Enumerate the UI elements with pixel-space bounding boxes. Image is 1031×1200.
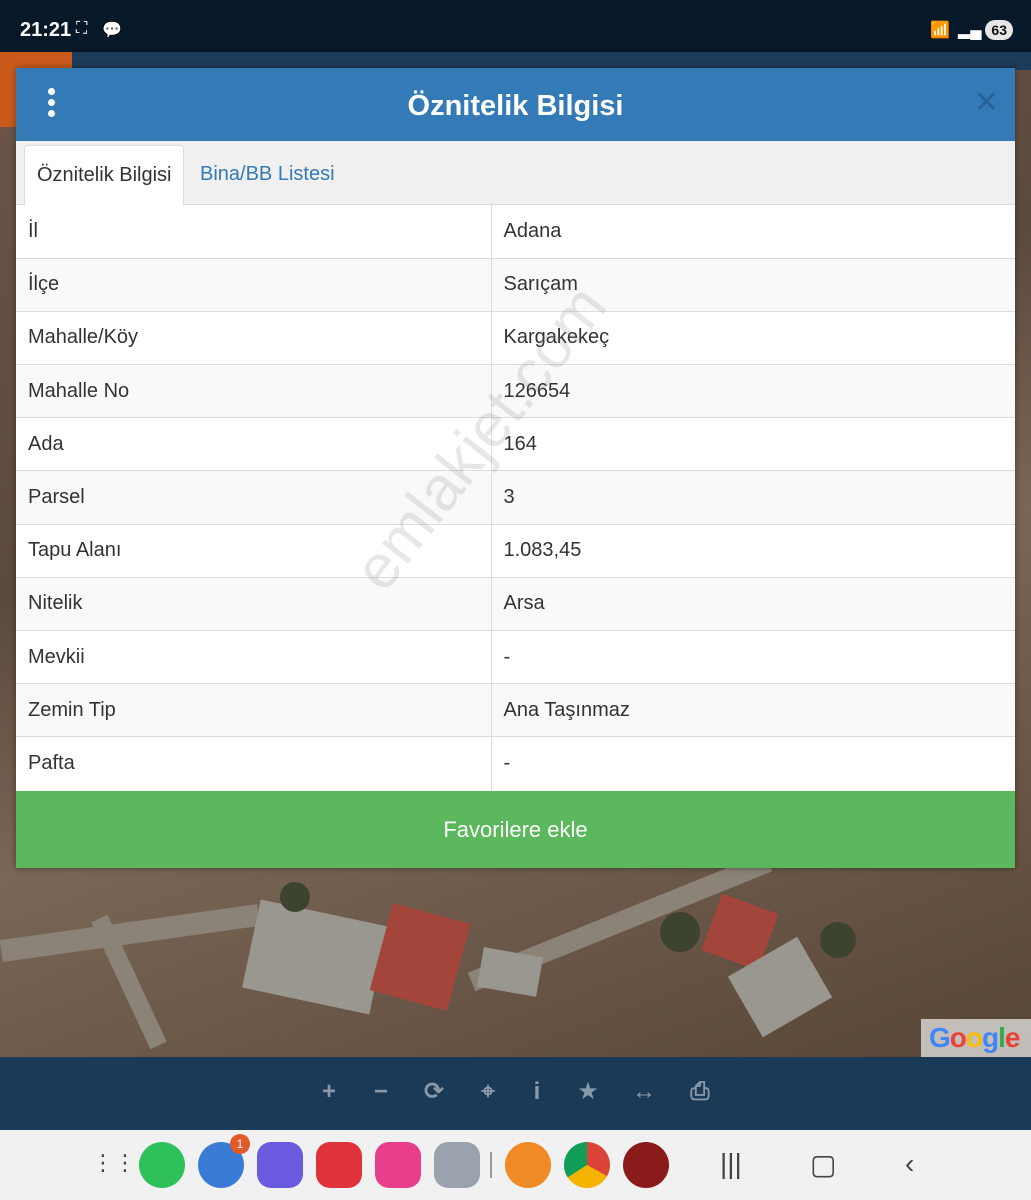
dialog-header: Öznitelik Bilgisi ✕ [16, 68, 1015, 141]
attribute-value: Arsa [491, 576, 1015, 631]
tree [820, 922, 856, 958]
attribute-value: Kargakekeç [491, 310, 1015, 365]
dock-divider [490, 1152, 492, 1178]
table-row: İl Adana [16, 205, 1015, 259]
close-icon[interactable]: ✕ [974, 88, 999, 118]
star-icon[interactable]: ★ [573, 1077, 603, 1107]
building [242, 899, 388, 1015]
table-row: İlçe Sarıçam [16, 257, 1015, 312]
attribute-value: Sarıçam [491, 257, 1015, 312]
m-app-icon[interactable] [623, 1142, 669, 1188]
info-icon[interactable]: i [522, 1077, 552, 1107]
signal-icon: ▂▄ [958, 22, 982, 39]
tab-building-list[interactable]: Bina/BB Listesi [188, 145, 347, 206]
messages-badge: 1 [230, 1134, 250, 1154]
attribute-key: Mahalle No [16, 364, 492, 418]
attribute-key: İl [16, 205, 492, 259]
table-row: Ada 164 [16, 417, 1015, 471]
internet-app-icon[interactable] [257, 1142, 303, 1188]
table-row: Pafta - [16, 736, 1015, 791]
chat-notification-icon: 💬 [102, 22, 122, 39]
attribute-key: Mahalle/Köy [16, 310, 492, 365]
attribute-key: İlçe [16, 257, 492, 312]
status-time: 21:21 [20, 19, 72, 41]
crosshair-icon[interactable]: ⌖ [473, 1077, 503, 1107]
attribute-key: Pafta [16, 736, 492, 791]
table-row: Mahalle No 126654 [16, 364, 1015, 418]
tree [280, 882, 310, 912]
attribute-value: 1.083,45 [491, 523, 1015, 578]
map-toolbar: + − ⟳ ⌖ i ★ ↔ ⎙ [0, 1057, 1031, 1130]
attribute-key: Ada [16, 417, 492, 471]
attribute-value: - [491, 736, 1015, 791]
status-bar: 21:21 ⛶ 💬 📶 ▂▄ 63 [0, 0, 1031, 60]
road [0, 904, 261, 962]
attribute-info-dialog: Öznitelik Bilgisi ✕ Öznitelik Bilgisi Bi… [16, 68, 1015, 868]
battery-indicator: 63 [985, 20, 1013, 40]
attribute-key: Tapu Alanı [16, 523, 492, 578]
attribute-key: Parsel [16, 470, 492, 525]
google-logo: Google [921, 1019, 1031, 1057]
refresh-icon[interactable]: ⟳ [419, 1077, 449, 1107]
table-row: Parsel 3 [16, 470, 1015, 525]
camera-app-icon[interactable] [434, 1142, 480, 1188]
tab-attribute-info[interactable]: Öznitelik Bilgisi [24, 145, 185, 206]
attribute-value: 3 [491, 470, 1015, 525]
minus-icon[interactable]: − [366, 1077, 396, 1107]
screenshot-icon: ⛶ [76, 20, 88, 37]
dialog-tabs: Öznitelik Bilgisi Bina/BB Listesi [16, 141, 1015, 206]
table-row: Mahalle/Köy Kargakekeç [16, 310, 1015, 365]
table-row: Zemin Tip Ana Taşınmaz [16, 683, 1015, 737]
messages-app-icon[interactable]: 1 [198, 1134, 250, 1188]
back-icon[interactable]: ‹ [905, 1148, 914, 1180]
emlak-app-icon[interactable] [505, 1142, 551, 1188]
attribute-value: Adana [503, 219, 562, 242]
android-nav-bar: ⋮⋮⋮ 1 ||| ▢ ‹ [0, 1130, 1031, 1200]
recent-apps-icon[interactable]: ||| [720, 1148, 742, 1180]
attribute-value: 126654 [491, 364, 1015, 418]
notes-app-icon[interactable] [316, 1142, 362, 1188]
attribute-value: Ana Taşınmaz [491, 683, 1015, 737]
tree [660, 912, 700, 952]
wifi-icon: 📶 [930, 22, 950, 39]
attribute-value: 164 [491, 417, 1015, 471]
dialog-title: Öznitelik Bilgisi [407, 90, 624, 122]
building-red-roof [369, 903, 471, 1011]
table-row: Nitelik Arsa [16, 576, 1015, 631]
gallery-app-icon[interactable] [375, 1142, 421, 1188]
phone-app-icon[interactable] [139, 1142, 185, 1188]
add-to-favorites-button[interactable]: Favorilere ekle [16, 791, 1015, 868]
chrome-app-icon[interactable] [564, 1142, 610, 1188]
measure-icon[interactable]: ↔ [629, 1077, 659, 1107]
attribute-key: Mevkii [16, 629, 492, 684]
table-row: Tapu Alanı 1.083,45 [16, 523, 1015, 578]
attribute-value: - [491, 629, 1015, 684]
attribute-key: Zemin Tip [16, 683, 492, 737]
attribute-key: Nitelik [16, 576, 492, 631]
attribute-table: İl Adana İlçe Sarıçam Mahalle/Köy Kargakeke… [16, 205, 1015, 791]
home-icon[interactable]: ▢ [810, 1148, 836, 1181]
table-row: Mevkii - [16, 629, 1015, 684]
print-icon[interactable]: ⎙ [685, 1077, 715, 1107]
plus-icon[interactable]: + [314, 1077, 344, 1107]
